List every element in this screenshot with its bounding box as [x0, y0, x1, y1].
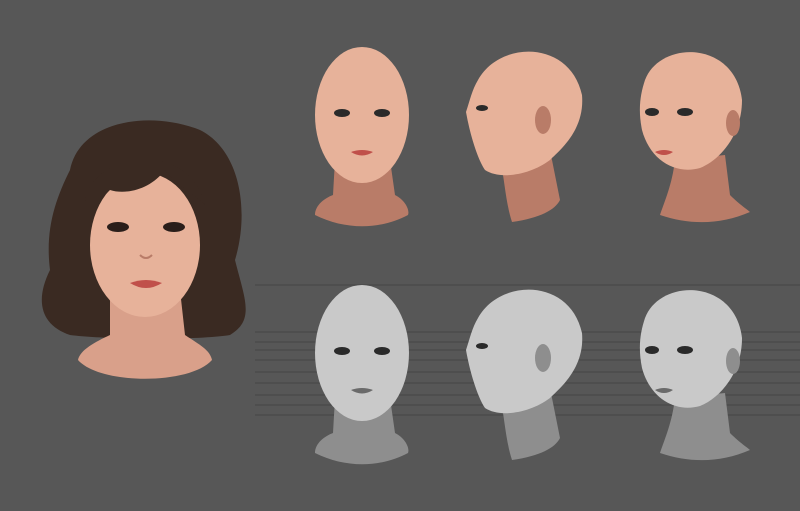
face [90, 173, 200, 317]
head-front-color [315, 47, 409, 227]
head-front-grayscale [315, 285, 409, 465]
character-head-study-artwork [0, 0, 800, 511]
